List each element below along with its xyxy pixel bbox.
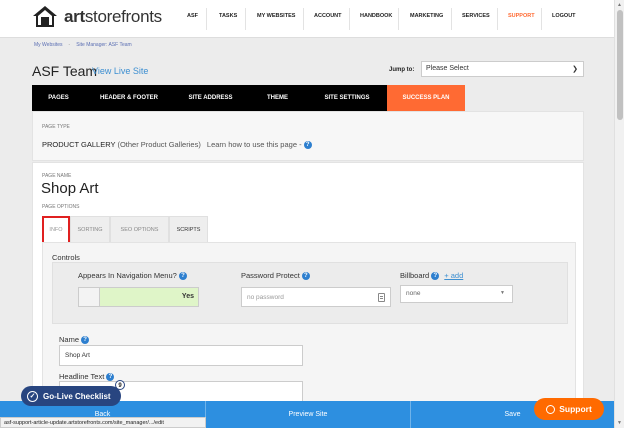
controls-box: Appears In Navigation Menu? ? Yes Passwo… bbox=[52, 262, 568, 324]
toggle-knob bbox=[79, 288, 100, 306]
breadcrumb-my-websites[interactable]: My Websites bbox=[34, 42, 63, 48]
scroll-down-icon[interactable]: ▼ bbox=[617, 420, 622, 426]
help-icon[interactable]: ? bbox=[106, 373, 115, 382]
page-title: ASF Team bbox=[32, 63, 98, 79]
check-circle-icon: ✓ bbox=[27, 390, 38, 402]
page-options-label: PAGE OPTIONS bbox=[42, 204, 80, 210]
tab-header-footer[interactable]: HEADER & FOOTER bbox=[85, 85, 173, 111]
scrollbar-thumb[interactable] bbox=[617, 10, 623, 120]
page-type-value: PRODUCT GALLERY (Other Product Galleries… bbox=[42, 140, 312, 150]
nav-divider bbox=[303, 8, 304, 30]
help-icon[interactable]: ? bbox=[178, 272, 187, 281]
nav-handbook[interactable]: HANDBOOK bbox=[360, 13, 392, 19]
toggle-value: Yes bbox=[100, 288, 198, 306]
jump-to-select[interactable]: Please Select ❯ bbox=[421, 61, 584, 77]
help-icon[interactable]: ? bbox=[81, 336, 90, 345]
preview-site-button[interactable]: Preview Site bbox=[206, 401, 410, 428]
tab-scripts[interactable]: SCRIPTS bbox=[169, 216, 208, 244]
checklist-count-badge: 9 bbox=[115, 380, 125, 390]
tab-seo-options[interactable]: SEO OPTIONS bbox=[110, 216, 169, 244]
tab-pages[interactable]: PAGES bbox=[32, 85, 85, 111]
password-placeholder: no password bbox=[247, 294, 284, 301]
nav-menu-label: Appears In Navigation Menu? ? bbox=[78, 271, 187, 281]
jump-to-label: Jump to: bbox=[389, 67, 415, 73]
scroll-up-icon[interactable]: ▲ bbox=[617, 2, 622, 8]
top-navigation: artstorefronts ASF TASKS MY WEBSITES ACC… bbox=[0, 0, 614, 38]
chevron-down-icon: ❯ bbox=[572, 66, 578, 73]
page-editor-panel: PAGE NAME Shop Art PAGE OPTIONS INFO SOR… bbox=[32, 162, 584, 402]
lock-icon bbox=[378, 293, 385, 302]
page-type-name: PRODUCT GALLERY bbox=[42, 140, 116, 149]
go-live-checklist-button[interactable]: ✓ Go-Live Checklist 9 bbox=[21, 380, 125, 406]
brand-logo[interactable]: artstorefronts bbox=[32, 5, 162, 29]
nav-services[interactable]: SERVICES bbox=[462, 13, 490, 19]
tab-info[interactable]: INFO bbox=[42, 216, 70, 244]
nav-divider bbox=[398, 8, 399, 30]
nav-account[interactable]: ACCOUNT bbox=[314, 13, 342, 19]
breadcrumb: My Websites - Site Manager: ASF Team bbox=[34, 42, 132, 48]
tab-theme[interactable]: THEME bbox=[248, 85, 307, 111]
breadcrumb-site-manager[interactable]: Site Manager: ASF Team bbox=[76, 42, 132, 48]
page-type-panel: PAGE TYPE PRODUCT GALLERY (Other Product… bbox=[32, 111, 584, 161]
info-panel: Controls Appears In Navigation Menu? ? Y… bbox=[42, 242, 576, 402]
page-type-sub: (Other Product Galleries) bbox=[117, 140, 201, 149]
nav-divider bbox=[245, 8, 246, 30]
chat-bubble-icon bbox=[546, 404, 556, 414]
page-scrollbar[interactable]: ▲ ▼ bbox=[614, 0, 624, 428]
go-live-label: Go-Live Checklist bbox=[43, 391, 111, 401]
name-label: Name ? bbox=[59, 335, 90, 345]
tab-site-settings[interactable]: SITE SETTINGS bbox=[307, 85, 387, 111]
help-icon[interactable]: ? bbox=[301, 272, 310, 281]
support-label: Support bbox=[559, 404, 592, 414]
jump-to-value: Please Select bbox=[426, 65, 469, 72]
nav-divider bbox=[206, 8, 207, 30]
name-input[interactable]: Shop Art bbox=[59, 345, 303, 366]
headline-text-label: Headline Text ? bbox=[59, 372, 115, 382]
help-icon[interactable]: ? bbox=[431, 272, 440, 281]
nav-asf[interactable]: ASF bbox=[187, 13, 198, 19]
support-button[interactable]: Support bbox=[534, 398, 604, 420]
view-live-site-link[interactable]: View Live Site bbox=[92, 66, 148, 76]
nav-divider bbox=[541, 8, 542, 30]
page-name-value: Shop Art bbox=[41, 180, 99, 197]
nav-menu-toggle[interactable]: Yes bbox=[78, 287, 199, 307]
help-icon[interactable]: ? bbox=[303, 141, 312, 150]
password-protect-label: Password Protect ? bbox=[241, 271, 310, 281]
logo-text: artstorefronts bbox=[64, 7, 162, 26]
page-options-tabs: INFO SORTING SEO OPTIONS SCRIPTS bbox=[42, 216, 208, 244]
nav-divider bbox=[349, 8, 350, 30]
site-manager-tabs: PAGES HEADER & FOOTER SITE ADDRESS THEME… bbox=[32, 85, 465, 111]
tab-success-plan[interactable]: SUCCESS PLAN bbox=[387, 85, 465, 111]
tab-sorting[interactable]: SORTING bbox=[70, 216, 110, 244]
billboard-add-link[interactable]: + add bbox=[444, 271, 463, 280]
nav-support[interactable]: SUPPORT bbox=[508, 13, 535, 19]
learn-how-link[interactable]: Learn how to use this page - bbox=[207, 140, 302, 149]
nav-tasks[interactable]: TASKS bbox=[219, 13, 237, 19]
browser-status-url: asf-support-article-update.artstorefront… bbox=[0, 417, 206, 428]
nav-divider bbox=[451, 8, 452, 30]
tab-site-address[interactable]: SITE ADDRESS bbox=[173, 85, 248, 111]
password-field[interactable]: no password bbox=[241, 287, 391, 307]
breadcrumb-separator: - bbox=[68, 42, 71, 48]
billboard-select[interactable]: none ▼ bbox=[400, 285, 513, 303]
nav-logout[interactable]: LOGOUT bbox=[552, 13, 576, 19]
page-type-label: PAGE TYPE bbox=[42, 124, 70, 130]
billboard-value: none bbox=[406, 290, 421, 297]
controls-heading: Controls bbox=[52, 253, 80, 262]
nav-my-websites[interactable]: MY WEBSITES bbox=[257, 13, 295, 19]
billboard-label: Billboard ? + add bbox=[400, 271, 464, 281]
logo-icon bbox=[33, 6, 57, 27]
nav-marketing[interactable]: MARKETING bbox=[410, 13, 443, 19]
nav-divider bbox=[497, 8, 498, 30]
page-name-label: PAGE NAME bbox=[42, 173, 72, 179]
chevron-down-icon: ▼ bbox=[500, 290, 505, 296]
